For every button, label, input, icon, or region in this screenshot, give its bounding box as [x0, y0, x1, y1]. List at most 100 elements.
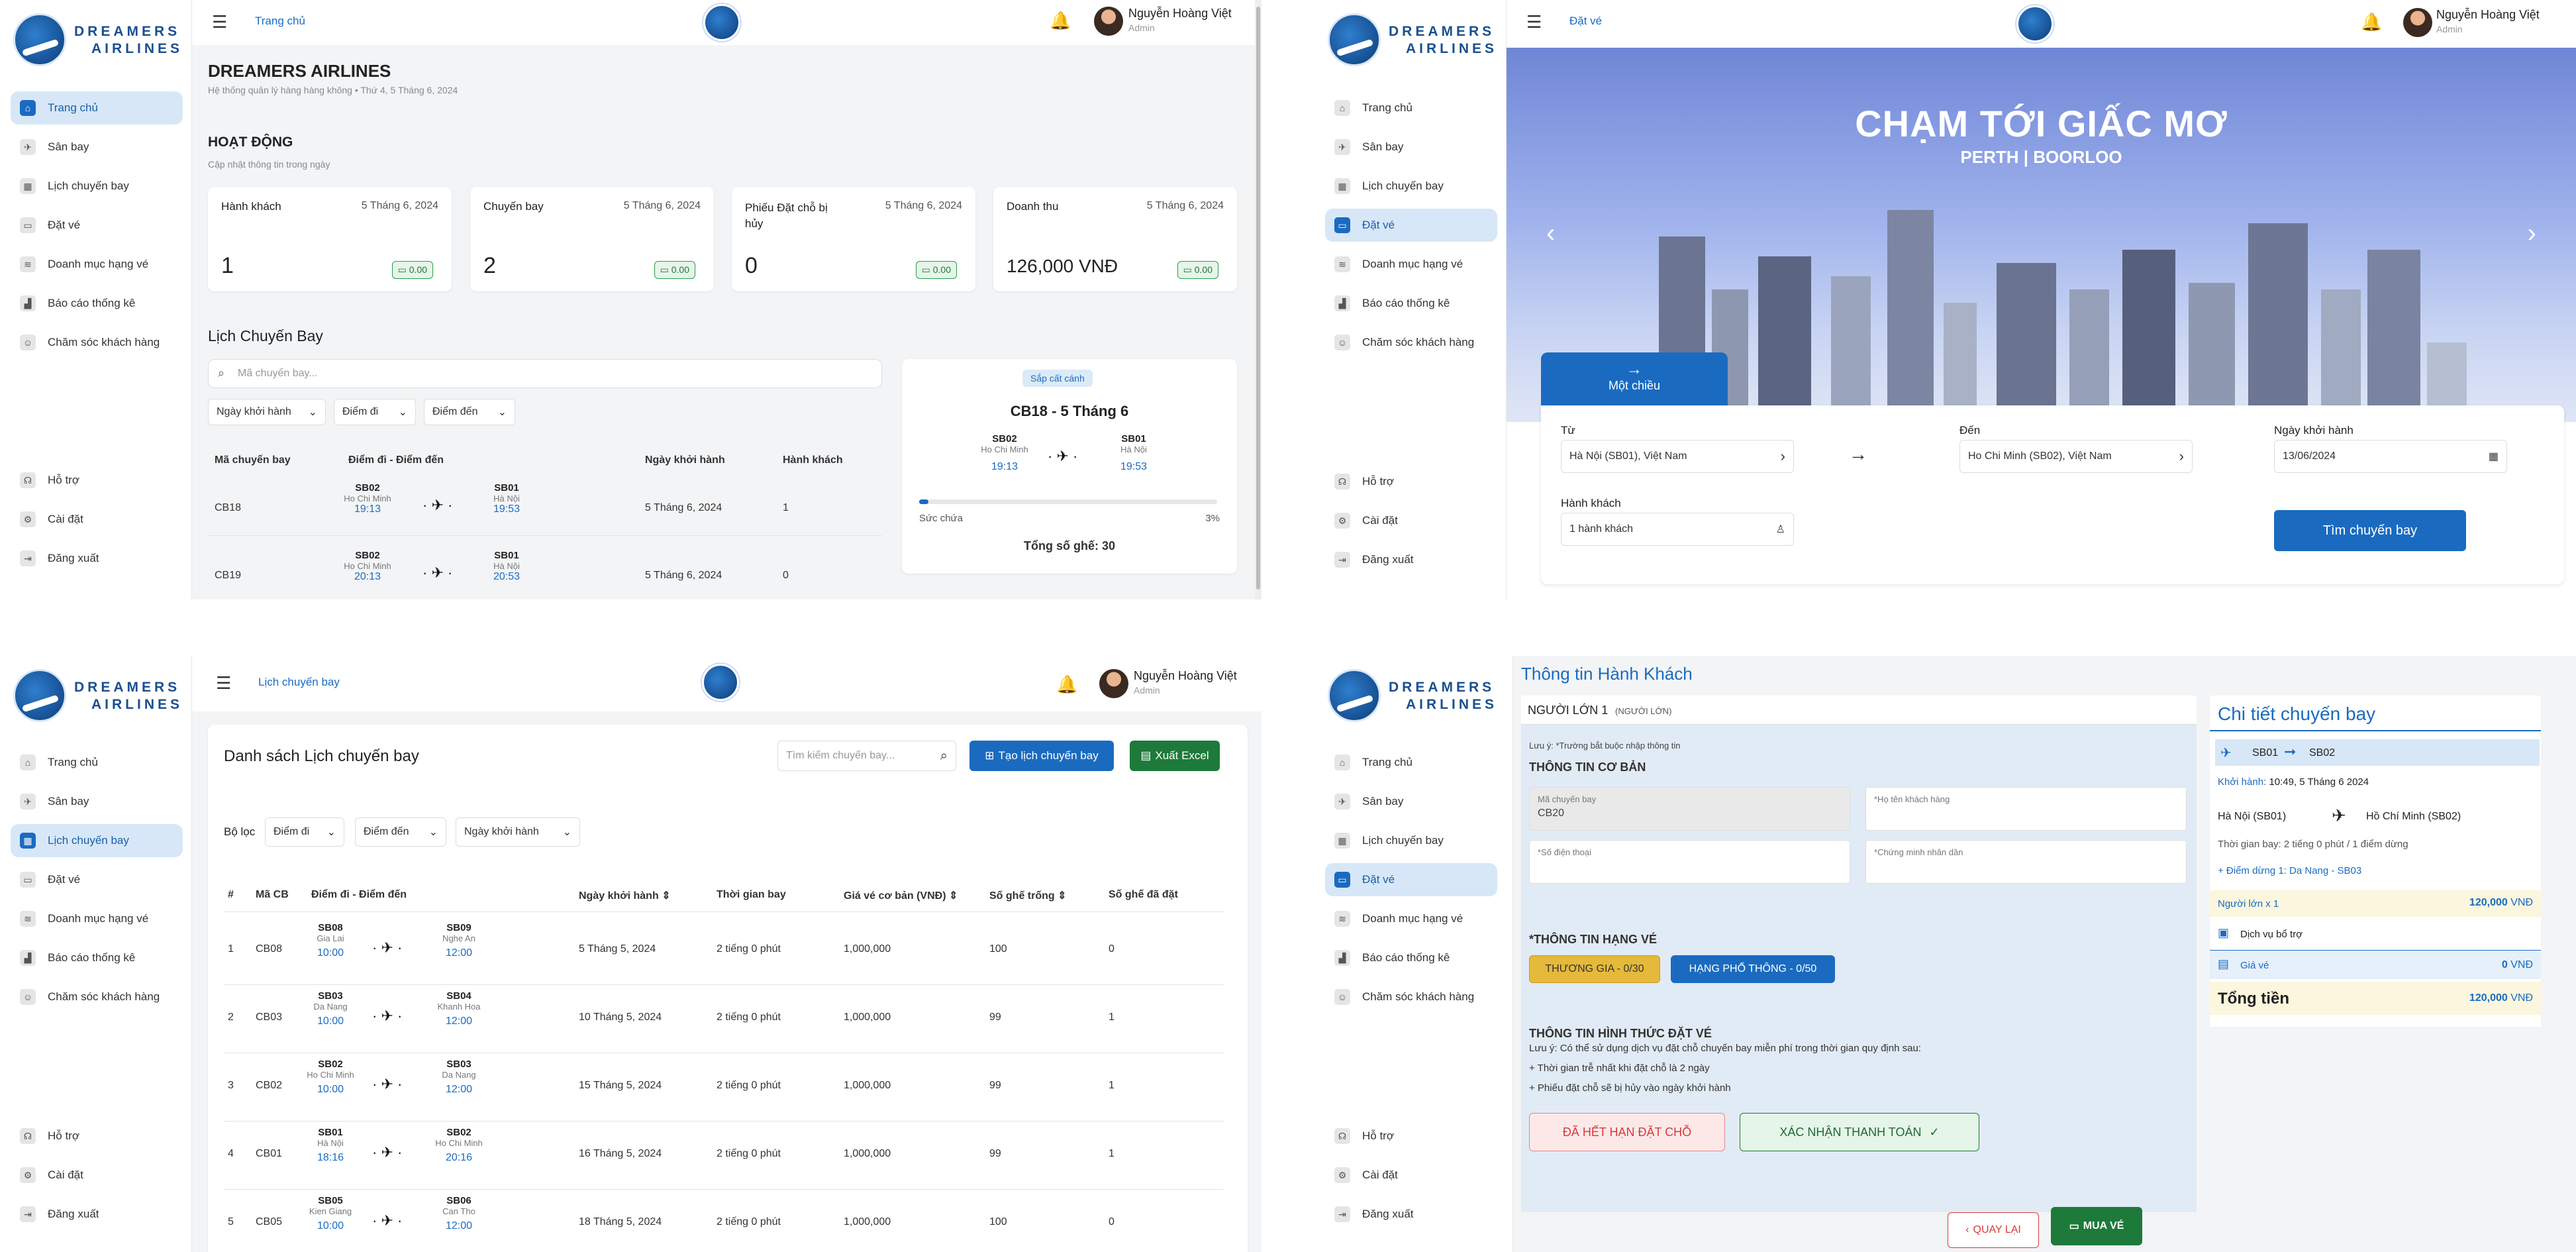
search-input[interactable]: Tìm kiếm chuyến bay... ⌕: [777, 741, 956, 771]
nav-item-settings[interactable]: ⚙ Cài đặt: [11, 1159, 183, 1192]
nav-item-customer[interactable]: ☺ Chăm sóc khách hàng: [1325, 326, 1497, 359]
filter-to-dropdown[interactable]: Điểm đến ⌄: [355, 817, 446, 847]
stat-card-passengers[interactable]: Hành khách 5 Tháng 6, 2024 1 ▭ 0.00: [208, 187, 452, 291]
brand-logo[interactable]: DREAMERS AIRLINES: [1328, 669, 1494, 729]
nav-item-schedule[interactable]: ▦ Lịch chuyến bay: [1325, 170, 1497, 203]
scrollbar-thumb[interactable]: [1256, 7, 1260, 590]
bell-icon[interactable]: 🔔: [2361, 12, 2382, 32]
filter-from-dropdown[interactable]: Điểm đi ⌄: [334, 399, 416, 425]
nav-item-report[interactable]: ▟ Báo cáo thống kê: [11, 941, 183, 974]
menu-icon[interactable]: ☰: [216, 674, 233, 692]
nav-label: Đặt vé: [48, 873, 81, 886]
expired-booking-button[interactable]: ĐÃ HẾT HẠN ĐẶT CHỖ: [1529, 1113, 1725, 1151]
date-field[interactable]: 13/06/2024 ▦: [2274, 440, 2507, 473]
nav-item-home[interactable]: ⌂ Trang chủ: [11, 91, 183, 125]
carousel-next-icon[interactable]: ›: [2528, 219, 2536, 248]
scrollbar[interactable]: [1255, 0, 1262, 600]
nav-item-booking[interactable]: ▭ Đặt vé: [1325, 863, 1497, 896]
nav-item-support[interactable]: ☊ Hỗ trợ: [1325, 1120, 1497, 1153]
id-card-field[interactable]: *Chứng minh nhân dân: [1865, 840, 2187, 884]
nav-item-settings[interactable]: ⚙ Cài đặt: [11, 503, 183, 536]
bell-icon[interactable]: 🔔: [1050, 11, 1071, 30]
passenger-field[interactable]: 1 hành khách ♙: [1561, 513, 1794, 546]
export-excel-button[interactable]: ▤ Xuất Excel: [1130, 741, 1220, 771]
avatar[interactable]: [1094, 7, 1123, 36]
nav-item-schedule[interactable]: ▦ Lịch chuyến bay: [11, 824, 183, 857]
nav-item-customer[interactable]: ☺ Chăm sóc khách hàng: [11, 326, 183, 359]
nav-item-logout[interactable]: ⇥ Đăng xuất: [11, 1198, 183, 1231]
nav-item-ticket-class[interactable]: ≋ Doanh mục hạng vé: [1325, 902, 1497, 935]
nav-item-home[interactable]: ⌂ Trang chủ: [11, 746, 183, 779]
nav-item-support[interactable]: ☊ Hỗ trợ: [11, 464, 183, 497]
carousel-prev-icon[interactable]: ‹: [1546, 219, 1555, 248]
tab-one-way[interactable]: → Một chiều: [1541, 352, 1728, 407]
nav-item-booking[interactable]: ▭ Đặt vé: [11, 209, 183, 242]
name-field[interactable]: *Họ tên khách hàng: [1865, 787, 2187, 831]
back-button[interactable]: ‹ QUAY LẠI: [1948, 1212, 2039, 1248]
nav-item-support[interactable]: ☊ Hỗ trợ: [11, 1120, 183, 1153]
brand-logo[interactable]: DREAMERS AIRLINES: [13, 669, 179, 729]
filter-from-dropdown[interactable]: Điểm đi ⌄: [265, 817, 344, 847]
stat-card-revenue[interactable]: Doanh thu 5 Tháng 6, 2024 126,000 VNĐ ▭ …: [993, 187, 1237, 291]
nav-item-ticket-class[interactable]: ≋ Doanh mục hạng vé: [1325, 248, 1497, 281]
stat-card-cancelled[interactable]: Phiếu Đặt chỗ bị hủy 5 Tháng 6, 2024 0 ▭…: [732, 187, 975, 291]
nav-item-home[interactable]: ⌂ Trang chủ: [1325, 746, 1497, 779]
buy-ticket-button[interactable]: ▭ MUA VÉ: [2051, 1207, 2142, 1245]
filter-date-dropdown[interactable]: Ngày khởi hành ⌄: [456, 817, 580, 847]
nav-label: Hỗ trợ: [1362, 475, 1394, 488]
nav-item-airport[interactable]: ✈ Sân bay: [11, 130, 183, 164]
menu-icon[interactable]: ☰: [212, 13, 229, 30]
business-class-button[interactable]: THƯƠNG GIA - 0/30: [1529, 955, 1660, 983]
avatar[interactable]: [1099, 669, 1128, 698]
nav-item-booking[interactable]: ▭ Đặt vé: [11, 863, 183, 896]
col-header-date[interactable]: Ngày khởi hành ⇕: [579, 889, 671, 902]
economy-class-button[interactable]: HẠNG PHỔ THÔNG - 0/50: [1671, 955, 1835, 983]
arrow-right-icon[interactable]: →: [1849, 444, 1867, 465]
avatar[interactable]: [2403, 8, 2432, 37]
nav-item-settings[interactable]: ⚙ Cài đặt: [1325, 504, 1497, 537]
service-row[interactable]: ▣ Dịch vụ bổ trợ: [2210, 919, 2541, 949]
search-input[interactable]: ⌕ Mã chuyến bay...: [208, 359, 882, 388]
nav-item-logout[interactable]: ⇥ Đăng xuất: [11, 542, 183, 575]
to-field[interactable]: Ho Chi Minh (SB02), Việt Nam ›: [1959, 440, 2193, 473]
bell-icon[interactable]: 🔔: [1056, 674, 1077, 694]
nav-item-ticket-class[interactable]: ≋ Doanh mục hạng vé: [11, 902, 183, 935]
nav-item-home[interactable]: ⌂ Trang chủ: [1325, 91, 1497, 125]
route-from: SB03 Da Nang 10:00: [301, 990, 360, 1027]
nav-item-logout[interactable]: ⇥ Đăng xuất: [1325, 1198, 1497, 1231]
search-flight-button[interactable]: Tìm chuyến bay: [2274, 510, 2466, 551]
nav-item-support[interactable]: ☊ Hỗ trợ: [1325, 465, 1497, 498]
brand-logo[interactable]: DREAMERS AIRLINES: [13, 13, 179, 73]
brand-logo[interactable]: DREAMERS AIRLINES: [1328, 13, 1494, 73]
col-header-free[interactable]: Số ghế trống ⇕: [989, 889, 1067, 902]
nav-item-settings[interactable]: ⚙ Cài đặt: [1325, 1159, 1497, 1192]
from-field[interactable]: Hà Nội (SB01), Việt Nam ›: [1561, 440, 1794, 473]
nav-item-ticket-class[interactable]: ≋ Doanh mục hạng vé: [11, 248, 183, 281]
nav-item-customer[interactable]: ☺ Chăm sóc khách hàng: [1325, 980, 1497, 1014]
nav-item-schedule[interactable]: ▦ Lịch chuyến bay: [11, 170, 183, 203]
nav-item-report[interactable]: ▟ Báo cáo thống kê: [1325, 287, 1497, 320]
breadcrumb[interactable]: Trang chủ: [255, 15, 305, 28]
phone-field[interactable]: *Số điện thoại: [1529, 840, 1850, 884]
confirm-payment-button[interactable]: XÁC NHẬN THANH TOÁN ✓: [1740, 1113, 1979, 1151]
menu-icon[interactable]: ☰: [1526, 13, 1544, 30]
breadcrumb[interactable]: Lịch chuyến bay: [258, 676, 340, 689]
breadcrumb[interactable]: Đặt vé: [1569, 15, 1602, 28]
upcoming-flight-card[interactable]: Sắp cất cánh CB18 - 5 Tháng 6 SB02 Ho Chi…: [902, 359, 1237, 574]
nav-item-schedule[interactable]: ▦ Lịch chuyến bay: [1325, 824, 1497, 857]
nav-item-report[interactable]: ▟ Báo cáo thống kê: [1325, 941, 1497, 974]
nav-item-airport[interactable]: ✈ Sân bay: [1325, 130, 1497, 164]
nav-item-booking[interactable]: ▭ Đặt vé: [1325, 209, 1497, 242]
stat-card-flights[interactable]: Chuyến bay 5 Tháng 6, 2024 2 ▭ 0.00: [470, 187, 714, 291]
stop-link[interactable]: + Điểm dừng 1: Da Nang - SB03: [2218, 865, 2361, 876]
nav-item-airport[interactable]: ✈ Sân bay: [1325, 785, 1497, 818]
filter-date-dropdown[interactable]: Ngày khởi hành ⌄: [208, 399, 326, 425]
create-schedule-button[interactable]: ⊞ Tạo lịch chuyến bay: [969, 741, 1114, 771]
filter-to-dropdown[interactable]: Điểm đến ⌄: [424, 399, 515, 425]
nav-item-logout[interactable]: ⇥ Đăng xuất: [1325, 543, 1497, 576]
nav-item-customer[interactable]: ☺ Chăm sóc khách hàng: [11, 980, 183, 1014]
col-header-price[interactable]: Giá vé cơ bản (VNĐ) ⇕: [844, 889, 958, 902]
nav-item-airport[interactable]: ✈ Sân bay: [11, 785, 183, 818]
nav-item-report[interactable]: ▟ Báo cáo thống kê: [11, 287, 183, 320]
stat-date: 5 Tháng 6, 2024: [1146, 200, 1224, 211]
